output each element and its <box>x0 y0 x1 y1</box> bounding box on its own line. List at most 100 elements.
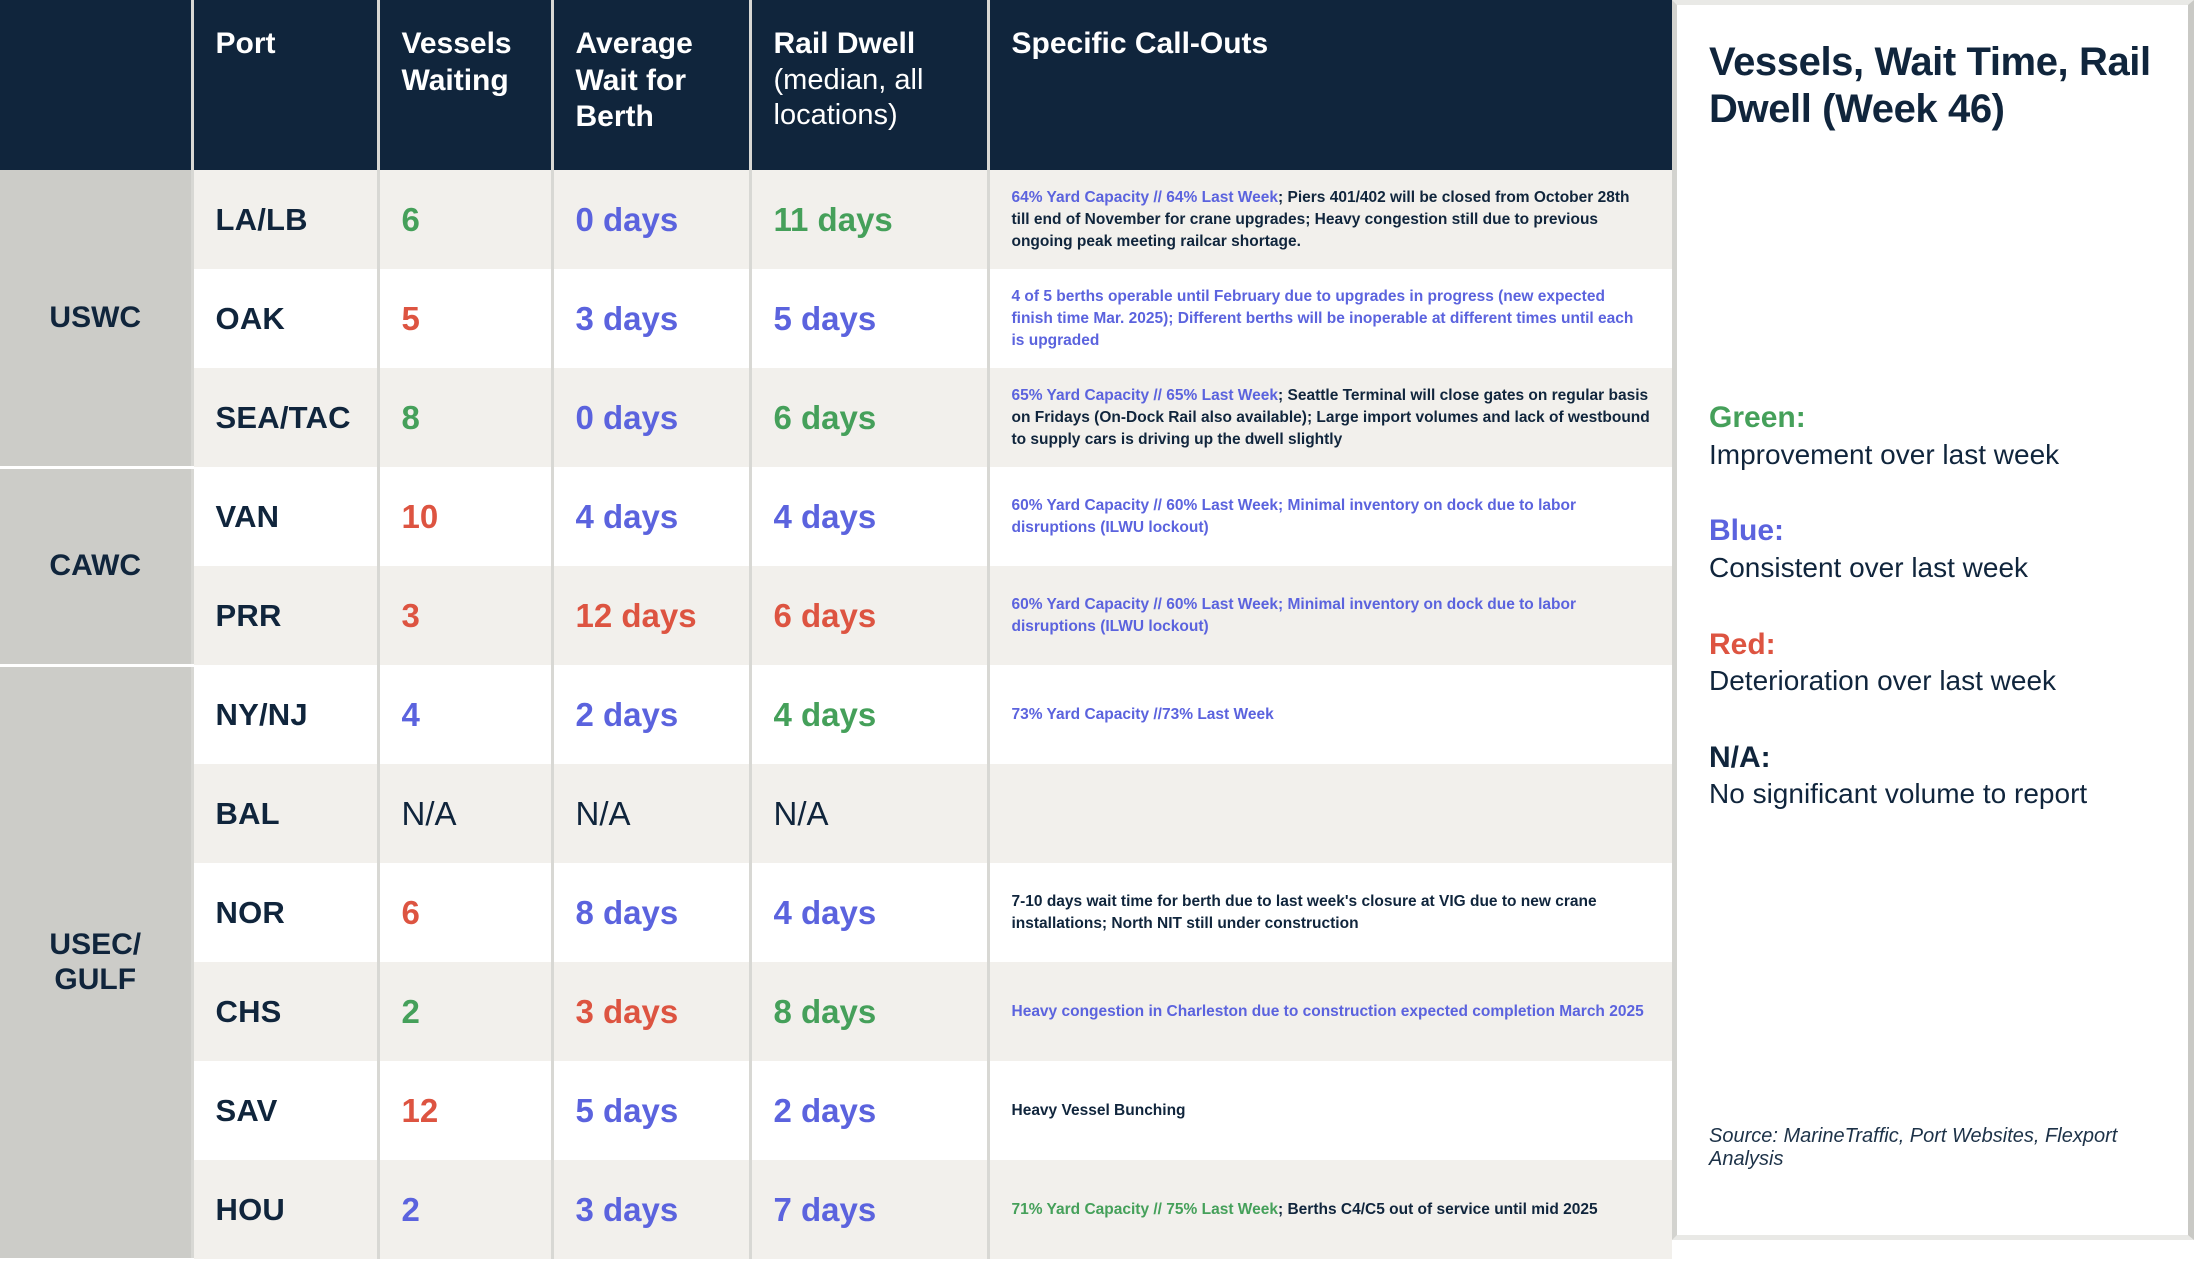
table-row: HOU 2 3 days 7 days 71% Yard Capacity // 75%… <box>0 1160 1672 1259</box>
cell-vessels-waiting: 2 <box>378 1160 554 1259</box>
table-row: BAL N/A N/A N/A <box>0 764 1672 863</box>
cell-vessels-waiting: 4 <box>378 665 554 764</box>
cell-average-wait: 4 days <box>552 467 752 566</box>
cell-specific-callout: 7-10 days wait time for berth due to las… <box>988 863 1672 962</box>
table-row: CAWC VAN 10 4 days 4 days 60% Yard Capacity /… <box>0 467 1672 667</box>
cell-port: NY/NJ <box>192 665 380 764</box>
cell-port: NOR <box>192 863 380 962</box>
cell-specific-callout: 4 of 5 berths operable until February du… <box>988 269 1672 368</box>
cell-average-wait: 2 days <box>552 665 752 764</box>
cell-average-wait: 3 days <box>552 1160 752 1259</box>
region-label-cell: CAWC <box>0 467 194 667</box>
cell-port: BAL <box>192 764 380 863</box>
cell-average-wait: 3 days <box>552 269 752 368</box>
legend-title: Vessels, Wait Time, Rail Dwell (Week 46) <box>1709 40 2151 132</box>
callout-highlight: 64% Yard Capacity // 64% Last Week <box>1011 188 1279 206</box>
cell-specific-callout: Heavy Vessel Bunching <box>988 1061 1672 1160</box>
cell-port: CHS <box>192 962 380 1061</box>
callout-highlight: 60% Yard Capacity // 60% Last Week; Mini… <box>1011 496 1576 536</box>
header-cell-average-wait: Average Wait for Berth <box>552 0 752 170</box>
table-row: SAV 12 5 days 2 days Heavy Vessel Bunching <box>0 1061 1672 1160</box>
cell-vessels-waiting: 8 <box>378 368 554 467</box>
cell-specific-callout: 64% Yard Capacity // 64% Last Week; Pier… <box>988 170 1672 269</box>
header-sublabel-rail-dwell: (median, all locations) <box>773 63 924 131</box>
legend-item-key: Red: <box>1709 627 1776 661</box>
legend-panel: Vessels, Wait Time, Rail Dwell (Week 46)… <box>1672 0 2194 1240</box>
cell-port: VAN <box>192 467 380 566</box>
table-row: PRR 3 12 days 6 days 60% Yard Capacity // 60… <box>0 566 1672 665</box>
cell-vessels-waiting: 6 <box>378 170 554 269</box>
header-label-rail-dwell: Rail Dwell <box>773 27 916 60</box>
callout-highlight: 73% Yard Capacity //73% Last Week <box>1011 705 1274 723</box>
table-row: SEA/TAC 8 0 days 6 days 65% Yard Capacity //… <box>0 368 1672 467</box>
region-label-cell: USEC/ GULF <box>0 665 194 1261</box>
port-table-container: Port Vessels Waiting Average Wait for Be… <box>0 0 1672 1261</box>
cell-average-wait: 0 days <box>552 368 752 467</box>
cell-rail-dwell: 4 days <box>750 863 990 962</box>
cell-specific-callout: 60% Yard Capacity // 60% Last Week; Mini… <box>988 566 1672 665</box>
cell-average-wait: N/A <box>552 764 752 863</box>
table-row: NOR 6 8 days 4 days 7-10 days wait time for … <box>0 863 1672 962</box>
header-label-port: Port <box>215 27 276 60</box>
callout-text: 7-10 days wait time for berth due to las… <box>1011 892 1597 932</box>
legend-item: Red: Deterioration over last week <box>1709 626 2156 699</box>
legend-item-key: N/A: <box>1709 740 1771 774</box>
legend-item: Blue: Consistent over last week <box>1709 512 2156 585</box>
cell-rail-dwell: N/A <box>750 764 990 863</box>
cell-vessels-waiting: 10 <box>378 467 554 566</box>
cell-specific-callout: 65% Yard Capacity // 65% Last Week; Seat… <box>988 368 1672 467</box>
header-cell-rail-dwell: Rail Dwell (median, all locations) <box>750 0 990 170</box>
cell-port: SAV <box>192 1061 380 1160</box>
cell-average-wait: 5 days <box>552 1061 752 1160</box>
cell-rail-dwell: 4 days <box>750 467 990 566</box>
callout-highlight: 65% Yard Capacity // 65% Last Week <box>1011 386 1279 404</box>
legend-item-description: No significant volume to report <box>1709 778 2088 810</box>
cell-specific-callout: 71% Yard Capacity // 75% Last Week; Bert… <box>988 1160 1672 1259</box>
table-header-row: Port Vessels Waiting Average Wait for Be… <box>0 0 1672 170</box>
cell-average-wait: 0 days <box>552 170 752 269</box>
header-label-average-wait: Average Wait for Berth <box>575 27 693 134</box>
cell-rail-dwell: 6 days <box>750 566 990 665</box>
source-note: Source: MarineTraffic, Port Websites, Fl… <box>1709 1125 2118 1170</box>
cell-rail-dwell: 6 days <box>750 368 990 467</box>
cell-rail-dwell: 2 days <box>750 1061 990 1160</box>
header-cell-region <box>0 0 194 170</box>
legend-item-key: Green: <box>1709 401 1806 435</box>
legend-item: Green: Improvement over last week <box>1709 399 2156 472</box>
callout-highlight: 4 of 5 berths operable until February du… <box>1011 287 1634 349</box>
cell-rail-dwell: 8 days <box>750 962 990 1061</box>
cell-specific-callout: Heavy congestion in Charleston due to co… <box>988 962 1672 1061</box>
header-cell-specific-callouts: Specific Call-Outs <box>988 0 1672 170</box>
cell-average-wait: 12 days <box>552 566 752 665</box>
legend-item: N/A: No significant volume to report <box>1709 739 2156 812</box>
cell-rail-dwell: 4 days <box>750 665 990 764</box>
cell-specific-callout: 73% Yard Capacity //73% Last Week <box>988 665 1672 764</box>
legend-item-description: Consistent over last week <box>1709 552 2029 584</box>
cell-specific-callout <box>988 764 1672 863</box>
table-row: USWC LA/LB 6 0 days 11 days 64% Yard Capacity… <box>0 170 1672 469</box>
callout-highlight: 71% Yard Capacity // 75% Last Week <box>1011 1200 1279 1218</box>
region-label-cell: USWC <box>0 170 194 469</box>
cell-port: OAK <box>192 269 380 368</box>
cell-vessels-waiting: 12 <box>378 1061 554 1160</box>
cell-vessels-waiting: 5 <box>378 269 554 368</box>
callout-highlight: Heavy congestion in Charleston due to co… <box>1011 1002 1644 1020</box>
cell-vessels-waiting: 2 <box>378 962 554 1061</box>
cell-port: HOU <box>192 1160 380 1259</box>
cell-port: PRR <box>192 566 380 665</box>
cell-rail-dwell: 11 days <box>750 170 990 269</box>
callout-text: Heavy Vessel Bunching <box>1011 1101 1186 1119</box>
slide-root: Port Vessels Waiting Average Wait for Be… <box>0 0 2194 1261</box>
port-congestion-table: Port Vessels Waiting Average Wait for Be… <box>0 0 1672 1261</box>
legend-items-list: Green: Improvement over last week Blue: Con… <box>1709 399 2156 811</box>
cell-average-wait: 3 days <box>552 962 752 1061</box>
cell-average-wait: 8 days <box>552 863 752 962</box>
cell-rail-dwell: 5 days <box>750 269 990 368</box>
cell-rail-dwell: 7 days <box>750 1160 990 1259</box>
table-row: CHS 2 3 days 8 days Heavy congestion in Char… <box>0 962 1672 1061</box>
callout-text: ; Berths C4/C5 out of service until mid … <box>1278 1200 1598 1218</box>
cell-vessels-waiting: N/A <box>378 764 554 863</box>
cell-vessels-waiting: 3 <box>378 566 554 665</box>
table-row: OAK 5 3 days 5 days 4 of 5 berths operable u… <box>0 269 1672 368</box>
header-cell-port: Port <box>192 0 380 170</box>
